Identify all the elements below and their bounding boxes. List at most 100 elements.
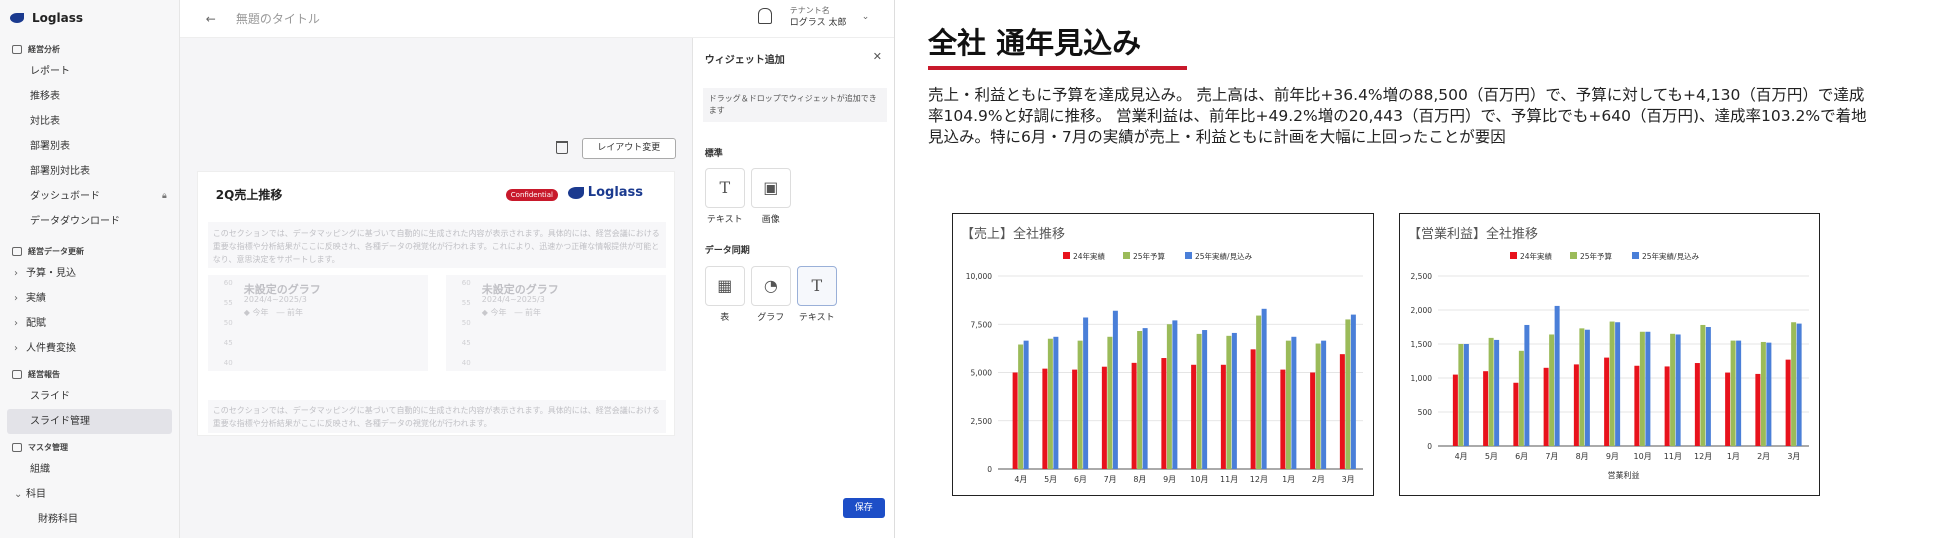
bar-1-1-5 [1609,321,1615,446]
bar-1-2-2 [1524,324,1530,446]
brand-logo[interactable]: Loglass [0,0,179,36]
slide-preview[interactable]: 2Q売上推移 Confidential Loglass このセクションでは、デー… [196,171,675,436]
chart-svg: 【売上】全社推移 24年実績 25年予算 25年実績/見込み 0 2,500 5,000 7,… [961,226,1363,484]
legend-label: 25年実績/見込み [1195,251,1253,261]
bar-0-0-5 [1161,358,1167,469]
y-tick-label: 0 [987,465,992,474]
chart-placeholder-period: 2024/4~2025/3 [243,295,307,304]
bar-0-0-3 [1101,366,1107,469]
sidebar-item[interactable]: 部署別対比表 [0,159,179,184]
panel-title: ウィジェット追加 [704,55,785,66]
trash-icon[interactable] [555,141,568,154]
legend-swatch [1063,252,1070,259]
bar-1-1-1 [1488,337,1494,446]
sidebar-item[interactable]: スライド管理 [7,409,172,434]
sidebar-item[interactable]: › 予算・見込 [0,261,179,286]
sidebar-section-header: 経営報告 [0,361,179,384]
panel-help-text: ドラッグ＆ドロップでウィジェットが追加できます [702,88,887,122]
sidebar-section-label: 経営報告 [28,370,60,379]
chart-widget-placeholder[interactable]: 60 55 50 45 40 未設定のグラフ 2024/4~2025/3 ◆ 今… [445,275,666,371]
bar-1-0-0 [1452,374,1458,446]
layout-change-button[interactable]: レイアウト変更 [581,138,676,159]
sidebar-item[interactable]: 組織 [0,457,179,482]
x-tick-label: 8月 [1576,452,1589,461]
tenant-label: テナント名 [789,6,830,15]
widget-panel: ウィジェット追加 ✕ ドラッグ＆ドロップでウィジェットが追加できます 標準 T … [691,38,894,538]
sidebar-item-label: 人件費変換 [26,343,76,354]
sidebar-item[interactable]: レポート [0,59,179,84]
axis-tick: 55 [223,299,233,307]
image-icon[interactable]: ▣ [750,168,791,208]
bar-0-2-3 [1112,310,1118,469]
arrow-left-icon[interactable]: ← [206,12,216,26]
text-icon[interactable]: T [796,266,837,306]
bar-0-1-4 [1137,331,1143,469]
chevron-right-icon: › [14,268,18,279]
pie-chart-icon[interactable]: ◔ [750,266,791,306]
slide-preview-title: 2Q売上推移 [215,188,283,202]
page-title[interactable]: 無題のタイトル [236,10,320,27]
sidebar-item[interactable]: スライド [0,384,179,409]
x-tick-label: 6月 [1074,475,1087,484]
x-tick-label: 5月 [1485,452,1498,461]
text-widget[interactable]: このセクションでは、データマッピングに基づいて自動的に生成された内容が表示されま… [207,400,666,433]
bar-1-2-8 [1705,327,1711,446]
bar-0-1-10 [1315,343,1321,469]
x-tick-label: 7月 [1104,475,1117,484]
user-menu[interactable]: テナント名 ログラス 太郎 [790,5,847,29]
sidebar-item-label: データダウンロード [30,216,120,227]
chart-widget-placeholder[interactable]: 60 55 50 45 40 未設定のグラフ 2024/4~2025/3 ◆ 今… [207,275,428,371]
sidebar-section-label: 経営データ更新 [28,247,84,256]
user-name: ログラス 太郎 [789,18,847,28]
bar-1-2-1 [1494,339,1500,446]
chevron-down-icon[interactable]: ⌄ [862,12,870,22]
text-widget[interactable]: このセクションでは、データマッピングに基づいて自動的に生成された内容が表示されま… [207,222,666,268]
bar-0-0-10 [1310,372,1316,469]
sidebar-item[interactable]: ダッシュボード 🔒︎ [0,184,179,209]
x-tick-label: 3月 [1342,475,1355,484]
table-icon[interactable]: ▦ [704,266,745,306]
sidebar-item[interactable]: › 人件費変換 [0,336,179,361]
sidebar-item-label: 実績 [26,293,46,304]
sidebar-item-label: レポート [30,66,70,77]
widget-label: テキスト [798,313,835,323]
axis-tick: 50 [461,319,471,327]
close-icon[interactable]: ✕ [873,50,882,63]
chevron-right-icon: › [14,318,18,329]
bar-0-2-10 [1321,340,1327,469]
bar-0-2-4 [1142,328,1148,469]
bar-0-0-2 [1072,369,1078,469]
chevron-right-icon: › [14,343,18,354]
sidebar-item[interactable]: 部署別表 [0,134,179,159]
save-button[interactable]: 保存 [842,498,885,518]
lock-icon: 🔒︎ [162,191,167,201]
sales-chart: 【売上】全社推移 24年実績 25年予算 25年実績/見込み 0 2,500 5,000 7,… [952,213,1374,496]
bar-0-1-1 [1047,338,1053,469]
sidebar-item[interactable]: › 実績 [0,286,179,311]
bar-0-0-4 [1131,362,1137,469]
sidebar-section-header: 経営データ更新 [0,238,179,261]
sidebar-section-header: 経営分析 [0,36,179,59]
bar-0-0-11 [1339,354,1345,469]
y-tick-label: 2,000 [1411,306,1433,315]
sidebar-item[interactable]: ⌄ 科目 [0,482,179,507]
sidebar-item[interactable]: › 配賦 [0,311,179,336]
x-tick-label: 2月 [1757,452,1770,461]
text-icon[interactable]: T [704,168,745,208]
sidebar-item-label: 推移表 [30,91,60,102]
brand-name: Loglass [32,11,83,25]
sidebar-item[interactable]: 推移表 [0,84,179,109]
logo-icon [567,186,584,199]
bar-0-1-5 [1166,324,1172,469]
sidebar-item[interactable]: データダウンロード [0,209,179,234]
sidebar-item-label: 財務科目 [38,514,78,525]
sidebar-item-label: 配賦 [26,318,46,329]
sidebar-item[interactable]: 財務科目 [0,507,179,532]
sidebar-item[interactable]: 対比表 [0,109,179,134]
bar-0-2-2 [1083,317,1089,469]
bell-icon[interactable] [757,8,772,24]
bar-0-0-1 [1042,368,1048,469]
bar-1-1-6 [1639,331,1645,446]
slide-body-text: 売上・利益ともに予算を達成見込み。 売上高は、前年比+36.4%増の88,500… [928,86,1867,146]
chart-icon [12,45,22,54]
